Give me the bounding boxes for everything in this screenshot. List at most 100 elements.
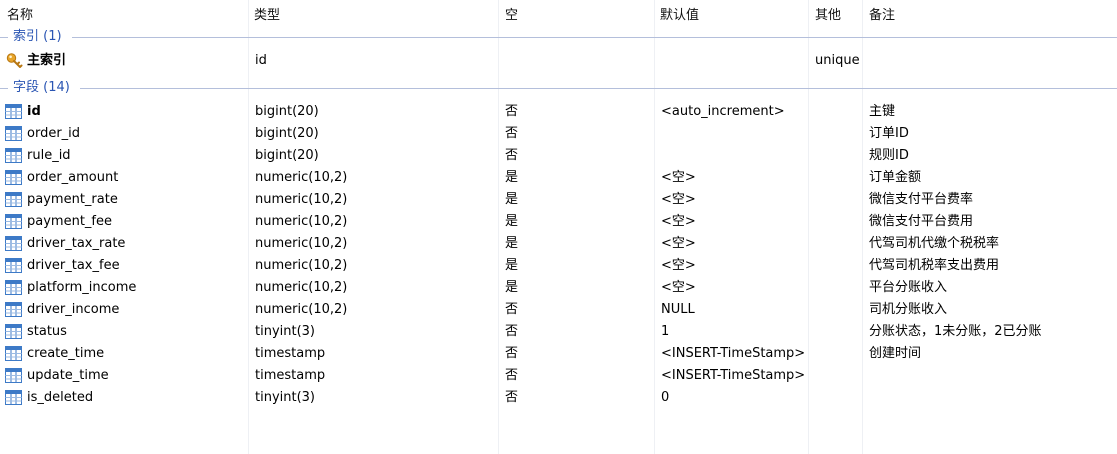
field-nullable: 是 [505,236,519,251]
field-type: bigint(20) [255,104,319,119]
field-comment: 订单金额 [869,170,922,185]
field-row[interactable]: is_deleted tinyint(3) 否 0 [0,387,1117,409]
table-column-icon [5,192,22,207]
index-column: id [255,53,267,68]
field-nullable: 否 [505,104,519,119]
field-name: payment_rate [27,192,118,207]
field-name: status [27,324,67,339]
group-line [0,37,8,38]
field-type: bigint(20) [255,126,319,141]
table-column-icon [5,346,22,361]
column-header-other[interactable]: 其他 [815,4,841,23]
field-comment: 规则ID [869,148,909,163]
table-column-icon [5,126,22,141]
field-nullable: 是 [505,258,519,273]
column-header-type[interactable]: 类型 [254,4,280,23]
field-row[interactable]: create_time timestamp 否 <INSERT-TimeStamp> 创… [0,343,1117,365]
table-column-icon [5,258,22,273]
field-type: bigint(20) [255,148,319,163]
field-row[interactable]: payment_rate numeric(10,2) 是 <空> 微信支付平台费率 [0,189,1117,211]
field-name: driver_tax_fee [27,258,120,273]
field-type: numeric(10,2) [255,236,348,251]
field-name: create_time [27,346,105,361]
field-name: payment_fee [27,214,112,229]
field-nullable: 是 [505,214,519,229]
field-name: id [27,104,41,119]
field-type: timestamp [255,368,326,383]
field-name: update_time [27,368,109,383]
index-row[interactable]: 主索引 id unique [0,50,1117,72]
key-icon [6,53,23,68]
field-default: <auto_increment> [661,104,785,119]
field-name: order_amount [27,170,119,185]
field-row[interactable]: driver_tax_fee numeric(10,2) 是 <空> 代驾司机税率支出费… [0,255,1117,277]
index-unique: unique [815,53,860,68]
column-header-comment[interactable]: 备注 [869,4,895,23]
field-nullable: 是 [505,280,519,295]
field-default: <空> [661,170,696,185]
field-nullable: 否 [505,324,519,339]
table-column-icon [5,214,22,229]
field-name: rule_id [27,148,71,163]
field-nullable: 否 [505,126,519,141]
column-header-row: 名称 类型 空 默认值 其他 备注 [0,0,1117,24]
field-type: tinyint(3) [255,390,316,405]
field-row[interactable]: order_amount numeric(10,2) 是 <空> 订单金额 [0,167,1117,189]
column-header-default[interactable]: 默认值 [660,4,699,23]
group-line [80,88,1117,89]
fields-group-header[interactable]: 字段 (14) [0,79,1117,97]
field-row[interactable]: update_time timestamp 否 <INSERT-TimeStamp> [0,365,1117,387]
index-group-label: 索引 (1) [13,29,62,44]
field-type: numeric(10,2) [255,170,348,185]
column-header-name[interactable]: 名称 [7,4,33,23]
field-name: order_id [27,126,81,141]
field-row[interactable]: order_id bigint(20) 否 订单ID [0,123,1117,145]
field-row[interactable]: payment_fee numeric(10,2) 是 <空> 微信支付平台费用 [0,211,1117,233]
field-type: numeric(10,2) [255,192,348,207]
field-name: is_deleted [27,390,94,405]
field-row[interactable]: driver_tax_rate numeric(10,2) 是 <空> 代驾司机代缴个税… [0,233,1117,255]
index-group-header[interactable]: 索引 (1) [0,28,1117,46]
field-nullable: 否 [505,390,519,405]
field-default: <空> [661,214,696,229]
table-column-icon [5,280,22,295]
table-column-icon [5,170,22,185]
field-type: numeric(10,2) [255,214,348,229]
field-type: numeric(10,2) [255,302,348,317]
table-column-icon [5,302,22,317]
field-nullable: 否 [505,302,519,317]
field-row[interactable]: driver_income numeric(10,2) 否 NULL 司机分账收入 [0,299,1117,321]
field-comment: 微信支付平台费用 [869,214,974,229]
field-comment: 主键 [869,104,896,119]
field-row[interactable]: platform_income numeric(10,2) 是 <空> 平台分账收入 [0,277,1117,299]
column-header-nullable[interactable]: 空 [505,4,518,23]
fields-group-label: 字段 (14) [13,80,70,95]
field-comment: 微信支付平台费率 [869,192,974,207]
table-column-icon [5,148,22,163]
field-nullable: 否 [505,368,519,383]
field-nullable: 否 [505,148,519,163]
field-name: driver_tax_rate [27,236,126,251]
field-comment: 平台分账收入 [869,280,948,295]
field-default: <INSERT-TimeStamp> [661,368,806,383]
group-line [72,37,1117,38]
field-type: tinyint(3) [255,324,316,339]
field-row[interactable]: id bigint(20) 否 <auto_increment> 主键 [0,101,1117,123]
field-comment: 订单ID [869,126,909,141]
table-column-icon [5,236,22,251]
field-type: numeric(10,2) [255,280,348,295]
field-nullable: 否 [505,346,519,361]
field-comment: 代驾司机代缴个税税率 [869,236,1000,251]
field-row[interactable]: rule_id bigint(20) 否 规则ID [0,145,1117,167]
table-column-icon [5,104,22,119]
field-default: <空> [661,192,696,207]
table-column-icon [5,368,22,383]
field-row[interactable]: status tinyint(3) 否 1 分账状态，1未分账，2已分账 [0,321,1117,343]
field-nullable: 是 [505,170,519,185]
table-column-icon [5,324,22,339]
field-comment: 司机分账收入 [869,302,948,317]
field-nullable: 是 [505,192,519,207]
field-type: numeric(10,2) [255,258,348,273]
field-type: timestamp [255,346,326,361]
index-name: 主索引 [27,53,67,68]
